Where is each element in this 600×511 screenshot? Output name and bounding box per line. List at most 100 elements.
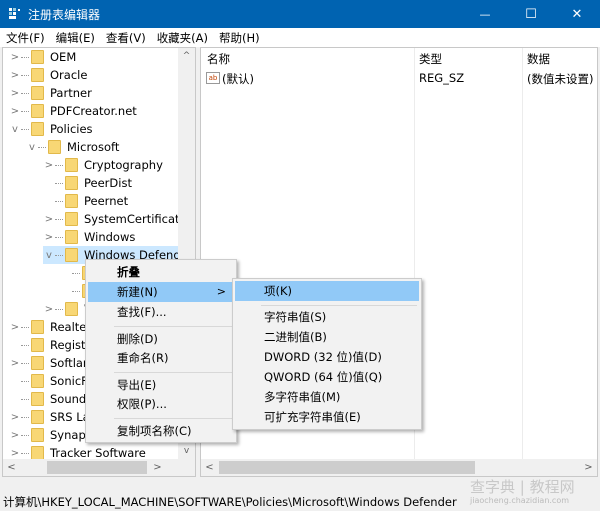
tree-item-label: Cryptography bbox=[84, 158, 163, 172]
expand-chevron-icon[interactable]: > bbox=[9, 322, 21, 333]
tree-item[interactable]: > Windows bbox=[43, 228, 135, 246]
submenu-item-qword-value[interactable]: QWORD (64 位)值(Q) bbox=[235, 367, 419, 387]
menu-file[interactable]: 文件(F) bbox=[0, 28, 50, 47]
tree-hscroll-thumb[interactable] bbox=[47, 461, 147, 474]
scroll-left-icon[interactable]: < bbox=[201, 459, 218, 476]
menu-item-find[interactable]: 查找(F)... bbox=[88, 302, 234, 322]
folder-icon bbox=[31, 50, 44, 64]
menu-edit[interactable]: 编辑(E) bbox=[50, 28, 100, 47]
menu-help[interactable]: 帮助(H) bbox=[213, 28, 265, 47]
list-header: 名称 类型 数据 bbox=[201, 48, 597, 68]
tree-item[interactable]: v Policies bbox=[9, 120, 93, 138]
maximize-button[interactable]: ☐ bbox=[508, 0, 554, 28]
tree-item[interactable]: Peernet bbox=[43, 192, 128, 210]
submenu-item-string-value[interactable]: 字符串值(S) bbox=[235, 307, 419, 327]
expand-chevron-icon[interactable]: > bbox=[9, 70, 21, 81]
menu-item-new[interactable]: 新建(N) > bbox=[88, 282, 234, 302]
tree-item[interactable]: > SystemCertificates bbox=[43, 210, 193, 228]
submenu-item-expandable-string-value[interactable]: 可扩充字符串值(E) bbox=[235, 407, 419, 427]
folder-icon bbox=[31, 374, 44, 388]
tree-item[interactable]: PeerDist bbox=[43, 174, 132, 192]
tree-connector bbox=[21, 326, 29, 328]
tree-connector bbox=[21, 56, 29, 58]
tree-item-label: Oracle bbox=[50, 68, 88, 82]
expand-chevron-icon[interactable]: > bbox=[43, 214, 55, 225]
tree-connector bbox=[55, 236, 63, 238]
tree-connector bbox=[21, 362, 29, 364]
expand-chevron-icon[interactable]: > bbox=[9, 412, 21, 423]
tree-connector bbox=[55, 218, 63, 220]
collapse-chevron-icon[interactable]: v bbox=[9, 124, 21, 135]
watermark: 查字典 | 教程网 jiaocheng.chazidian.com bbox=[470, 478, 598, 508]
minimize-button[interactable]: — bbox=[462, 0, 508, 28]
menu-item-export[interactable]: 导出(E) bbox=[88, 375, 234, 395]
menu-favorites[interactable]: 收藏夹(A) bbox=[151, 28, 213, 47]
tree-item[interactable]: > SRS Lab bbox=[9, 408, 97, 426]
value-name: (默认) bbox=[222, 72, 254, 86]
window-title: 注册表编辑器 bbox=[28, 8, 101, 22]
watermark-main: 查字典 | 教程网 bbox=[470, 478, 575, 496]
tree-horizontal-scrollbar[interactable]: < > bbox=[3, 459, 195, 476]
list-hscroll-thumb[interactable] bbox=[219, 461, 475, 474]
tree-item[interactable]: v Microsoft bbox=[26, 138, 119, 156]
folder-icon bbox=[31, 104, 44, 118]
folder-icon bbox=[48, 140, 61, 154]
value-row[interactable]: ab (默认) REG_SZ (数值未设置) bbox=[201, 69, 597, 87]
tree-connector bbox=[55, 200, 63, 202]
submenu-item-key[interactable]: 项(K) bbox=[235, 281, 419, 301]
expand-chevron-icon[interactable]: > bbox=[9, 88, 21, 99]
folder-icon bbox=[31, 122, 44, 136]
menu-view[interactable]: 查看(V) bbox=[100, 28, 151, 47]
tree-item[interactable]: > PDFCreator.net bbox=[9, 102, 137, 120]
close-button[interactable]: ✕ bbox=[554, 0, 600, 28]
expand-chevron-icon[interactable]: > bbox=[43, 304, 55, 315]
expand-chevron-icon[interactable]: > bbox=[43, 232, 55, 243]
menu-item-collapse[interactable]: 折叠 bbox=[88, 262, 234, 282]
tree-item-label: Peernet bbox=[84, 194, 129, 208]
tree-connector bbox=[21, 74, 29, 76]
scroll-down-icon[interactable]: v bbox=[178, 443, 195, 460]
column-divider bbox=[522, 48, 523, 476]
folder-icon bbox=[65, 230, 78, 244]
list-horizontal-scrollbar[interactable]: < > bbox=[201, 459, 597, 476]
tree-item[interactable]: > Cryptography bbox=[43, 156, 163, 174]
regedit-app-icon bbox=[9, 8, 20, 19]
expand-chevron-icon[interactable]: > bbox=[9, 448, 21, 459]
tree-item[interactable]: > Oracle bbox=[9, 66, 87, 84]
folder-icon bbox=[31, 68, 44, 82]
tree-item-label: OEM bbox=[50, 50, 77, 64]
tree-item[interactable]: > Partner bbox=[9, 84, 92, 102]
scroll-right-icon[interactable]: > bbox=[580, 459, 597, 476]
column-header-name[interactable]: 名称 bbox=[207, 51, 230, 67]
tree-item[interactable]: > OEM bbox=[9, 48, 76, 66]
scroll-up-icon[interactable]: ^ bbox=[178, 48, 195, 65]
submenu-item-multi-string-value[interactable]: 多字符串值(M) bbox=[235, 387, 419, 407]
tree-connector bbox=[21, 92, 29, 94]
menu-item-new-label: 新建(N) bbox=[117, 285, 158, 299]
expand-chevron-icon[interactable]: > bbox=[9, 430, 21, 441]
menu-separator bbox=[114, 418, 232, 419]
menu-item-delete[interactable]: 删除(D) bbox=[88, 329, 234, 349]
collapse-chevron-icon[interactable]: v bbox=[26, 142, 38, 153]
tree-connector bbox=[21, 434, 29, 436]
column-header-data[interactable]: 数据 bbox=[527, 51, 550, 67]
collapse-chevron-icon[interactable]: v bbox=[43, 250, 55, 261]
menu-item-copy-key-name[interactable]: 复制项名称(C) bbox=[88, 421, 234, 441]
expand-chevron-icon[interactable]: > bbox=[43, 160, 55, 171]
submenu-item-dword-value[interactable]: DWORD (32 位)值(D) bbox=[235, 347, 419, 367]
scroll-left-icon[interactable]: < bbox=[3, 459, 20, 476]
menu-separator bbox=[261, 305, 417, 306]
tree-connector bbox=[21, 398, 29, 400]
menu-item-rename[interactable]: 重命名(R) bbox=[88, 348, 234, 368]
scroll-right-icon[interactable]: > bbox=[149, 459, 166, 476]
expand-chevron-icon[interactable]: > bbox=[9, 358, 21, 369]
expand-chevron-icon[interactable]: > bbox=[9, 52, 21, 63]
folder-icon bbox=[31, 86, 44, 100]
tree-connector bbox=[55, 254, 63, 256]
expand-chevron-icon[interactable]: > bbox=[9, 106, 21, 117]
column-header-type[interactable]: 类型 bbox=[419, 51, 442, 67]
tree-connector bbox=[55, 164, 63, 166]
submenu-item-binary-value[interactable]: 二进制值(B) bbox=[235, 327, 419, 347]
menu-item-permissions[interactable]: 权限(P)... bbox=[88, 394, 234, 414]
tree-item[interactable]: > Realtek bbox=[9, 318, 93, 336]
